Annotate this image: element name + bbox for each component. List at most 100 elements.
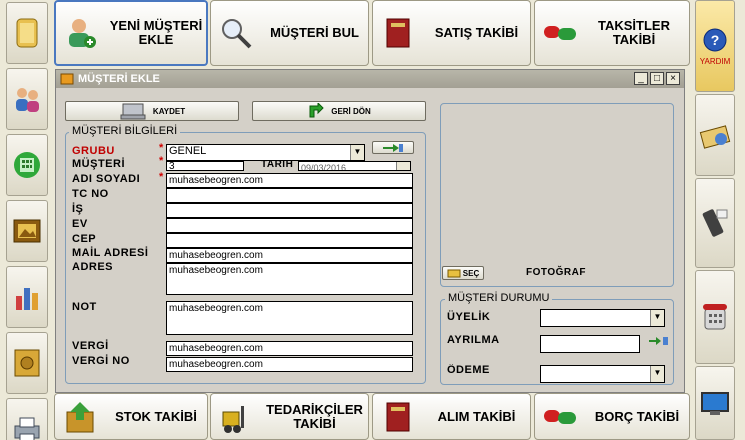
adsoyadi-label: ADI SOYADI: [72, 173, 141, 185]
nav-purchase-tracking-button[interactable]: ALIM TAKİBİ: [372, 393, 531, 440]
help-button[interactable]: ? YARDIM: [695, 0, 735, 92]
safe-icon: [14, 349, 40, 377]
window-title: MÜŞTERİ EKLE: [78, 73, 160, 85]
picture-frame-icon: [13, 219, 41, 243]
nav-new-customer-label: YENİ MÜŞTERİ EKLE: [109, 18, 203, 47]
sidebar-calculator-button[interactable]: [6, 134, 48, 196]
save-button[interactable]: KAYDET: [65, 101, 239, 121]
minimize-icon: _: [638, 73, 644, 84]
mobile-phone-icon: [702, 209, 728, 237]
magnifier-icon: [217, 14, 255, 52]
chevron-down-icon[interactable]: ▼: [350, 145, 364, 160]
sidebar-notes-button[interactable]: [6, 2, 48, 64]
vergi-label: VERGİ: [72, 340, 109, 352]
customer-add-window: MÜŞTERİ EKLE _ □ × KAYDET GERİ DÖN MÜŞTE…: [55, 69, 685, 393]
nav-purchase-tracking-label: ALIM TAKİBİ: [437, 408, 516, 424]
save-label: KAYDET: [152, 106, 186, 116]
telephone-icon: [703, 304, 727, 330]
tcno-input[interactable]: [166, 188, 413, 203]
cep-phone-input[interactable]: [166, 233, 413, 248]
photo-select-button[interactable]: SEÇ: [442, 266, 484, 280]
pills-icon: [541, 14, 579, 52]
uyelik-label: ÜYELİK: [447, 311, 491, 323]
arrow-right-icon: [383, 143, 403, 152]
app-root: YENİ MÜŞTERİ EKLE MÜŞTERİ BUL SATIŞ TAKİ…: [0, 0, 745, 440]
sidebar-sms-button[interactable]: [695, 178, 735, 268]
calculator-icon: [14, 152, 40, 178]
ayrilma-label: AYRILMA: [447, 334, 500, 346]
sidebar-phone-button[interactable]: [695, 270, 735, 364]
odeme-select[interactable]: ▼: [540, 365, 665, 383]
ayrilma-input[interactable]: [540, 335, 640, 353]
close-icon: ×: [670, 73, 676, 84]
minimize-button[interactable]: _: [634, 72, 648, 85]
help-icon: ?: [703, 28, 727, 51]
window-titlebar[interactable]: MÜŞTERİ EKLE: [56, 70, 684, 88]
mail-icon: [699, 125, 731, 149]
not-label: NOT: [72, 301, 97, 313]
uyelik-select[interactable]: ▼: [540, 309, 665, 327]
group-add-button[interactable]: [372, 141, 414, 154]
photo-select-label: SEÇ: [462, 268, 480, 278]
ev-phone-label: EV: [72, 218, 88, 230]
nav-debt-tracking-button[interactable]: BORÇ TAKİBİ: [534, 393, 690, 440]
nav-sales-tracking-button[interactable]: SATIŞ TAKİBİ: [372, 0, 531, 66]
close-button[interactable]: ×: [666, 72, 680, 85]
is-phone-input[interactable]: [166, 203, 413, 218]
date-picker-icon[interactable]: [648, 335, 670, 347]
back-arrow-icon: [309, 103, 324, 118]
odeme-label: ÖDEME: [447, 364, 490, 374]
bar-chart-icon: [16, 288, 38, 310]
help-label: YARDIM: [699, 56, 731, 66]
new-customer-icon: [62, 14, 100, 52]
sidebar-photo-button[interactable]: [6, 200, 48, 262]
nav-stock-tracking-label: STOK TAKİBİ: [115, 408, 197, 424]
not-textarea[interactable]: muhasebeogren.com: [166, 301, 413, 335]
photo-caption: FOTOĞRAF: [526, 267, 586, 278]
sidebar-screen-button[interactable]: [695, 366, 735, 440]
musteri-required-mark: *: [159, 155, 164, 167]
chevron-down-icon[interactable]: ▼: [650, 310, 664, 326]
nav-installments-tracking-button[interactable]: TAKSİTLER TAKİBİ: [534, 0, 690, 66]
tarih-input[interactable]: 09/03/2016: [298, 161, 411, 171]
grubu-required-mark: *: [159, 142, 164, 154]
nav-stock-tracking-button[interactable]: STOK TAKİBİ: [54, 393, 208, 440]
vergi-input[interactable]: muhasebeogren.com: [166, 341, 413, 356]
back-button[interactable]: GERİ DÖN: [252, 101, 426, 121]
mail-input[interactable]: muhasebeogren.com: [166, 248, 413, 263]
grubu-select[interactable]: GENEL ▼: [166, 144, 365, 161]
mail-label: MAİL ADRESİ: [72, 247, 149, 259]
vergino-input[interactable]: muhasebeogren.com: [166, 357, 413, 372]
ev-phone-input[interactable]: [166, 218, 413, 233]
adres-label: ADRES: [72, 261, 114, 273]
sidebar-safe-button[interactable]: [6, 332, 48, 394]
monitor-icon: [701, 392, 729, 415]
forklift-icon: [217, 398, 255, 436]
adres-textarea[interactable]: muhasebeogren.com: [166, 263, 413, 295]
cep-phone-label: CEP: [72, 233, 97, 245]
chevron-down-icon[interactable]: ▼: [650, 366, 664, 382]
stock-box-icon: [61, 398, 99, 436]
adsoyadi-input[interactable]: muhasebeogren.com: [166, 173, 413, 188]
book-icon: [379, 14, 417, 52]
sidebar-printer-button[interactable]: [6, 398, 48, 440]
nav-suppliers-tracking-button[interactable]: TEDARİKÇİLER TAKİBİ: [210, 393, 369, 440]
nav-find-customer-button[interactable]: MÜŞTERİ BUL: [210, 0, 369, 66]
musteri-input[interactable]: 3: [166, 161, 244, 171]
sidebar-mail-button[interactable]: [695, 94, 735, 176]
nav-debt-tracking-label: BORÇ TAKİBİ: [594, 408, 680, 424]
photo-panel: [440, 103, 674, 287]
users-icon: [16, 88, 39, 112]
date-dropdown-icon[interactable]: [396, 162, 410, 170]
grubu-label: GRUBU: [72, 145, 115, 157]
nav-new-customer-button[interactable]: YENİ MÜŞTERİ EKLE: [54, 0, 208, 66]
is-phone-label: İŞ: [72, 203, 84, 215]
sidebar-users-button[interactable]: [6, 68, 48, 130]
svg-text:?: ?: [711, 32, 720, 48]
grubu-select-value: GENEL: [169, 145, 207, 157]
customer-info-legend: MÜŞTERİ BİLGİLERİ: [69, 125, 181, 137]
sidebar-reports-button[interactable]: [6, 266, 48, 328]
right-sidebar: ? YARDIM: [695, 0, 745, 440]
nav-sales-tracking-label: SATIŞ TAKİBİ: [434, 25, 519, 40]
maximize-button[interactable]: □: [650, 72, 664, 85]
